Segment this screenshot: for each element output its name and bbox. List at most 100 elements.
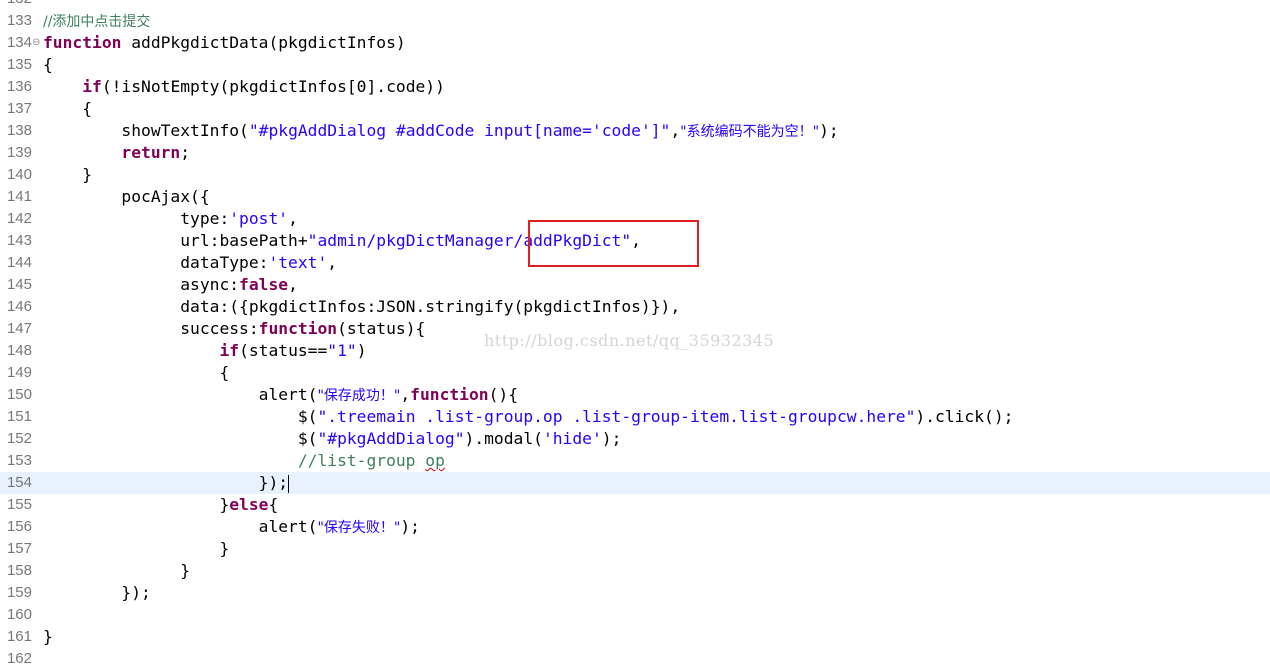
code-token: , [327, 253, 338, 272]
code-line[interactable]: 160 [0, 604, 1270, 626]
code-token: async: [43, 275, 240, 294]
watermark: http://blog.csdn.net/qq_35932345 [484, 331, 775, 350]
code-line[interactable]: 146 data:({pkgdictInfos:JSON.stringify(p… [0, 296, 1270, 318]
code-line[interactable]: 137 { [0, 98, 1270, 120]
code-token: "1" [327, 341, 357, 360]
code-line[interactable]: 154 }); [0, 472, 1270, 494]
line-number: 159 [6, 584, 32, 601]
line-number: 144 [6, 254, 32, 271]
code-text: alert("保存失败！"); [43, 516, 420, 539]
line-number: 147 [6, 320, 32, 337]
code-text: $(".treemain .list-group.op .list-group-… [43, 406, 1014, 428]
code-token: showTextInfo( [43, 121, 249, 140]
text-caret [288, 474, 290, 493]
line-number: 133 [6, 12, 32, 29]
code-text: showTextInfo("#pkgAddDialog #addCode inp… [43, 120, 838, 143]
code-line[interactable]: 139 return; [0, 142, 1270, 164]
code-line[interactable]: 155 }else{ [0, 494, 1270, 516]
code-token: ); [601, 429, 622, 448]
code-text: if(status=="1") [43, 340, 367, 362]
code-token: 'text' [268, 253, 328, 272]
code-line[interactable]: 161} [0, 626, 1270, 648]
line-number: 141 [6, 188, 32, 205]
line-number: 162 [6, 650, 32, 667]
code-token: false [239, 275, 289, 294]
code-token: $( [43, 429, 318, 448]
code-line[interactable]: 153 //list-group op [0, 450, 1270, 472]
code-token: ).click(); [915, 407, 1014, 426]
line-number: 140 [6, 166, 32, 183]
code-token: //list-group [297, 451, 426, 470]
line-number: 156 [6, 518, 32, 535]
line-number: 158 [6, 562, 32, 579]
code-line[interactable]: 140 } [0, 164, 1270, 186]
line-number: 134 [6, 34, 32, 51]
code-text: data:({pkgdictInfos:JSON.stringify(pkgdi… [43, 296, 680, 318]
code-line[interactable]: 159 }); [0, 582, 1270, 604]
code-text: }); [43, 582, 151, 604]
code-line[interactable]: 158 } [0, 560, 1270, 582]
code-line[interactable]: 133 //添加中点击提交 [0, 10, 1270, 32]
code-line[interactable]: 157 } [0, 538, 1270, 560]
code-line[interactable]: 132 [0, 0, 1270, 10]
code-text: pocAjax({ [43, 186, 210, 208]
line-number: 153 [6, 452, 32, 469]
code-token: url:basePath+ [43, 231, 308, 250]
code-token: success: [43, 319, 259, 338]
code-token: } [43, 539, 230, 558]
code-token: } [43, 627, 53, 646]
code-token: 'post' [229, 209, 289, 228]
code-token: }); [43, 583, 151, 602]
code-token: "保存失败！" [317, 520, 401, 536]
code-line[interactable]: 134 ⊖ function addPkgdictData(pkgdictInfos… [0, 32, 1270, 54]
line-number: 138 [6, 122, 32, 139]
line-number: 151 [6, 408, 32, 425]
line-number: 135 [6, 56, 32, 73]
line-number: 143 [6, 232, 32, 249]
code-line[interactable]: 145 async:false, [0, 274, 1270, 296]
code-token: else [229, 495, 269, 514]
code-text: if(!isNotEmpty(pkgdictInfos[0].code)) [43, 76, 445, 98]
code-token: , [288, 209, 298, 228]
code-token: alert( [43, 385, 318, 404]
code-token: if [82, 77, 102, 96]
code-line[interactable]: 138 showTextInfo("#pkgAddDialog #addCode… [0, 120, 1270, 142]
code-token: { [43, 363, 230, 382]
code-token: "系统编码不能为空！" [680, 124, 820, 140]
code-token: "#pkgAddDialog" [317, 429, 465, 448]
code-token: ); [400, 517, 420, 536]
code-token: ; [180, 143, 191, 162]
code-token: return [121, 143, 181, 162]
code-token: }); [43, 473, 289, 492]
code-text: return; [43, 142, 190, 164]
code-line[interactable]: 141 pocAjax({ [0, 186, 1270, 208]
code-text: type:'post', [43, 208, 298, 230]
code-line[interactable]: 152 $("#pkgAddDialog").modal('hide'); [0, 428, 1270, 450]
code-text: $("#pkgAddDialog").modal('hide'); [43, 428, 622, 450]
code-line[interactable]: 151 $(".treemain .list-group.op .list-gr… [0, 406, 1270, 428]
code-token: (!isNotEmpty(pkgdictInfos[0].code)) [101, 77, 445, 96]
code-text: dataType:'text', [43, 252, 337, 274]
line-number: 137 [6, 100, 32, 117]
code-token: op [425, 451, 445, 470]
code-line[interactable]: 150 alert("保存成功！",function(){ [0, 384, 1270, 406]
code-token: pocAjax({ [43, 187, 210, 206]
line-number: 161 [6, 628, 32, 645]
code-token: ) [356, 341, 367, 360]
code-token: addPkgdictData(pkgdictInfos) [121, 33, 406, 52]
fold-toggle-icon[interactable]: ⊖ [32, 32, 42, 54]
code-line[interactable]: 135 { [0, 54, 1270, 76]
code-token: { [43, 99, 93, 118]
code-line[interactable]: 149 { [0, 362, 1270, 384]
code-token: (status== [239, 341, 328, 360]
code-token: (){ [488, 385, 519, 404]
code-line[interactable]: 162 [0, 648, 1270, 670]
line-number: 132 [0, 0, 32, 10]
code-line[interactable]: 136 if(!isNotEmpty(pkgdictInfos[0].code)… [0, 76, 1270, 98]
code-text: }); [43, 472, 290, 494]
code-line[interactable]: 156 alert("保存失败！"); [0, 516, 1270, 538]
code-token: 'hide' [542, 429, 602, 448]
